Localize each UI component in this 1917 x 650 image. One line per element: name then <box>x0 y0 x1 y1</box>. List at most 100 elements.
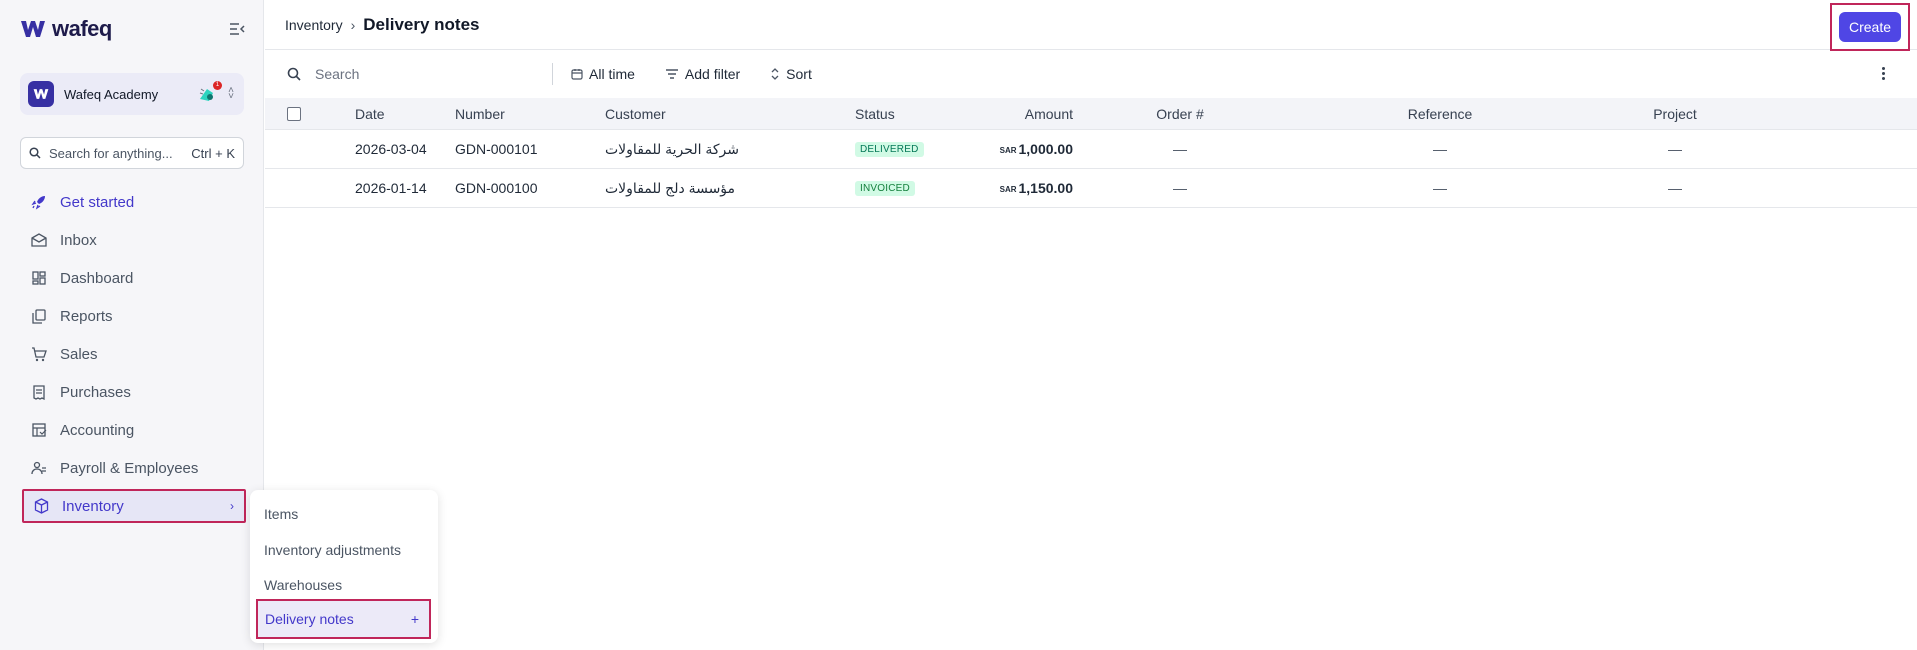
submenu-item-label: Inventory adjustments <box>264 542 401 558</box>
organization-switcher[interactable]: Wafeq Academy 1 ˄ ˅ <box>20 73 244 115</box>
submenu-item-warehouses[interactable]: Warehouses <box>250 567 438 603</box>
row-amount-cell: SAR 1,000.00 <box>965 130 1073 168</box>
row-amount: 1,150.00 <box>1018 180 1074 196</box>
submenu-item-label: Warehouses <box>264 577 343 593</box>
date-range-button[interactable]: All time <box>571 66 635 82</box>
sort-button[interactable]: Sort <box>770 66 812 82</box>
row-customer: شركة الحرية للمقاولات <box>605 140 739 157</box>
sidebar-item-label: Sales <box>60 345 98 363</box>
sidebar-item-reports[interactable]: Reports <box>22 297 246 335</box>
notification-icon[interactable]: 1 <box>198 81 222 103</box>
toolbar-divider <box>552 63 553 85</box>
more-options-icon[interactable] <box>1875 64 1891 82</box>
calendar-icon <box>571 69 583 80</box>
receipt-icon <box>30 383 48 401</box>
sidebar-item-inventory[interactable]: Inventory › <box>22 489 246 523</box>
row-project: — <box>1668 141 1682 157</box>
currency-label: SAR <box>999 185 1017 194</box>
submenu-item-items[interactable]: Items <box>250 496 438 532</box>
row-reference: — <box>1433 141 1447 157</box>
status-badge: DELIVERED <box>855 141 924 157</box>
global-search-input[interactable] <box>49 145 179 161</box>
cart-icon <box>30 345 48 363</box>
logo-text: wafeq <box>52 16 112 41</box>
add-filter-label: Add filter <box>684 66 741 82</box>
sidebar-item-accounting[interactable]: Accounting <box>22 411 246 449</box>
add-delivery-note-icon[interactable]: + <box>411 611 419 627</box>
column-header-status[interactable]: Status <box>855 98 895 129</box>
submenu-item-label: Delivery notes <box>265 611 354 627</box>
org-avatar <box>28 81 54 107</box>
delivery-notes-table: Date Number Customer Status Amount Order… <box>265 98 1917 208</box>
search-icon <box>29 147 41 159</box>
column-header-reference[interactable]: Reference <box>1380 98 1500 129</box>
row-amount: 1,000.00 <box>1018 141 1074 157</box>
sort-icon <box>771 68 779 80</box>
breadcrumb: Inventory › Delivery notes <box>285 15 480 35</box>
rocket-icon <box>30 193 48 211</box>
notification-badge: 1 <box>213 81 222 90</box>
sidebar-item-label: Accounting <box>60 421 135 439</box>
table-header: Date Number Customer Status Amount Order… <box>265 98 1917 130</box>
column-header-date[interactable]: Date <box>355 98 385 129</box>
org-name: Wafeq Academy <box>64 86 159 102</box>
dashboard-icon <box>30 269 48 287</box>
currency-label: SAR <box>999 146 1017 155</box>
inbox-icon <box>30 231 48 249</box>
sidebar: wafeq Wafeq Academy 1 ˄˅ Ctrl + K Get st… <box>0 0 264 650</box>
logo[interactable]: wafeq <box>20 16 112 42</box>
ledger-icon <box>30 421 48 439</box>
list-search[interactable] <box>287 66 552 82</box>
page-title: Delivery notes <box>363 14 480 34</box>
row-reference: — <box>1433 180 1447 196</box>
sidebar-item-sales[interactable]: Sales <box>22 335 246 373</box>
add-filter-button[interactable]: Add filter <box>665 66 740 82</box>
chevron-right-icon: › <box>230 499 234 513</box>
breadcrumb-separator-icon: › <box>350 16 356 33</box>
inventory-submenu: Items Inventory adjustments Warehouses D… <box>250 490 438 643</box>
date-range-label: All time <box>589 66 635 82</box>
status-badge: INVOICED <box>855 180 915 196</box>
sidebar-item-label: Inbox <box>60 231 97 249</box>
table-row[interactable]: 2026-01-14 GDN-000100 مؤسسة دلج للمقاولا… <box>265 169 1917 208</box>
header-checkbox-cell <box>287 98 301 129</box>
row-order: — <box>1173 141 1187 157</box>
row-order: — <box>1173 180 1187 196</box>
sidebar-item-label: Dashboard <box>60 269 134 287</box>
global-search[interactable]: Ctrl + K <box>20 137 244 169</box>
create-button[interactable]: Create <box>1839 12 1901 42</box>
column-header-customer[interactable]: Customer <box>605 98 666 129</box>
sidebar-item-dashboard[interactable]: Dashboard <box>22 259 246 297</box>
row-status-cell: INVOICED <box>855 169 915 207</box>
sidebar-item-get-started[interactable]: Get started <box>22 183 246 221</box>
list-toolbar: All time Add filter Sort <box>265 50 1917 98</box>
row-project: — <box>1668 180 1682 196</box>
sidebar-item-purchases[interactable]: Purchases <box>22 373 246 411</box>
page-header: Inventory › Delivery notes Create <box>265 0 1917 51</box>
breadcrumb-inventory[interactable]: Inventory <box>285 17 343 33</box>
column-header-project[interactable]: Project <box>1635 98 1715 129</box>
sidebar-item-inbox[interactable]: Inbox <box>22 221 246 259</box>
employees-icon <box>30 459 48 477</box>
select-all-checkbox[interactable] <box>287 106 301 121</box>
submenu-item-delivery-notes[interactable]: Delivery notes + <box>256 599 431 639</box>
row-number: GDN-000101 <box>455 141 538 157</box>
column-header-order[interactable]: Order # <box>1140 98 1220 129</box>
sidebar-item-label: Purchases <box>60 383 131 401</box>
box-icon <box>32 497 50 515</box>
chevron-updown-icon: ˄ ˅ <box>228 85 234 102</box>
collapse-sidebar-icon[interactable] <box>228 20 246 38</box>
wafeq-logo-icon <box>21 21 45 37</box>
sidebar-item-payroll[interactable]: Payroll & Employees <box>22 449 246 487</box>
column-header-amount[interactable]: Amount <box>965 98 1073 129</box>
row-customer: مؤسسة دلج للمقاولات <box>605 179 736 196</box>
row-date: 2026-01-14 <box>355 180 427 196</box>
submenu-item-label: Items <box>264 506 299 522</box>
list-search-input[interactable] <box>315 66 515 82</box>
column-header-number[interactable]: Number <box>455 98 505 129</box>
row-date: 2026-03-04 <box>355 141 427 157</box>
table-row[interactable]: 2026-03-04 GDN-000101 شركة الحرية للمقاو… <box>265 130 1917 169</box>
sidebar-item-label: Get started <box>60 193 135 211</box>
submenu-item-inventory-adjustments[interactable]: Inventory adjustments <box>250 532 438 568</box>
create-button-highlight: Create <box>1830 3 1910 51</box>
